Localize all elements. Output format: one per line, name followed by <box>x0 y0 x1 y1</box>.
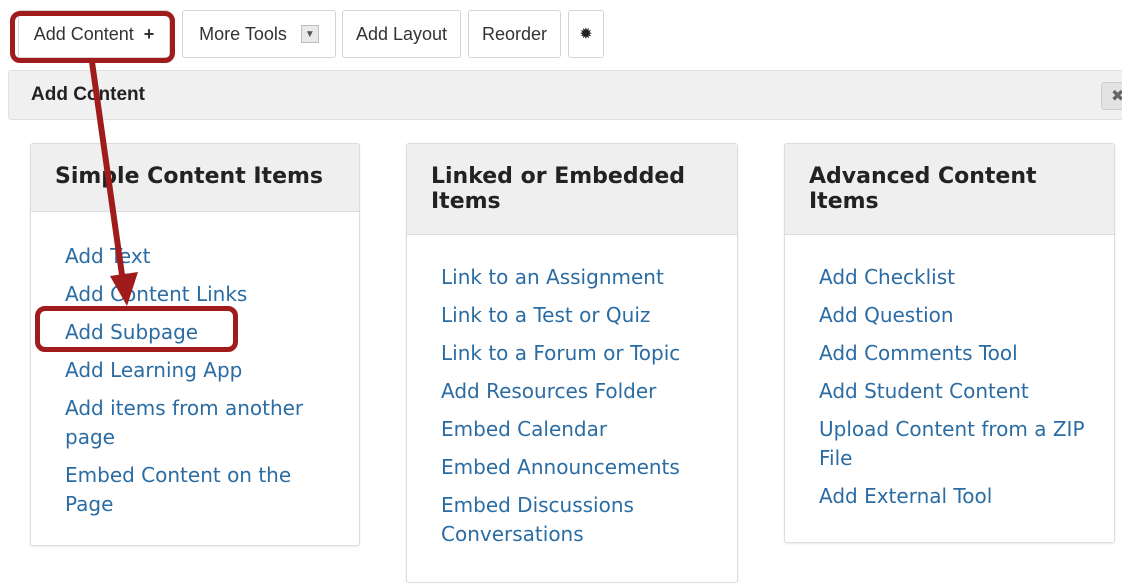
add-content-label: Add Content <box>33 23 134 44</box>
add-content-button[interactable]: Add Content + <box>18 10 170 58</box>
panel-title: Simple Content Items <box>31 144 359 212</box>
list-item[interactable]: Add External Tool <box>819 482 1094 511</box>
list-item[interactable]: Add items from another page <box>65 394 339 452</box>
list-item[interactable]: Add Learning App <box>65 356 339 385</box>
add-content-header: Add Content ✖ <box>8 70 1122 120</box>
settings-button[interactable]: ✹ <box>568 10 604 58</box>
list-item[interactable]: Add Comments Tool <box>819 339 1094 368</box>
dropdown-arrow-icon: ▼ <box>300 25 319 43</box>
gear-icon: ✹ <box>579 26 593 43</box>
list-item[interactable]: Embed Announcements <box>441 453 717 482</box>
list-item[interactable]: Embed Content on the Page <box>65 461 339 519</box>
list-item[interactable]: Add Student Content <box>819 377 1094 406</box>
linked-embedded-panel: Linked or Embedded Items Link to an Assi… <box>406 143 738 583</box>
list-item[interactable]: Add Checklist <box>819 263 1094 292</box>
more-tools-button[interactable]: More Tools ▼ <box>182 10 336 58</box>
close-icon[interactable]: ✖ <box>1101 82 1122 110</box>
list-item[interactable]: Link to an Assignment <box>441 263 717 292</box>
reorder-button[interactable]: Reorder <box>468 10 561 58</box>
list-item[interactable]: Add Resources Folder <box>441 377 717 406</box>
list-item[interactable]: Add Question <box>819 301 1094 330</box>
reorder-label: Reorder <box>481 23 548 44</box>
advanced-content-list: Add Checklist Add Question Add Comments … <box>785 235 1114 511</box>
simple-content-panel: Simple Content Items Add Text Add Conten… <box>30 143 360 546</box>
list-item[interactable]: Upload Content from a ZIP File <box>819 415 1094 473</box>
add-layout-label: Add Layout <box>355 23 448 44</box>
list-item[interactable]: Embed Calendar <box>441 415 717 444</box>
add-layout-button[interactable]: Add Layout <box>342 10 461 58</box>
list-item[interactable]: Embed Discussions Conversations <box>441 491 717 549</box>
list-item[interactable]: Add Text <box>65 242 339 271</box>
plus-icon: + <box>143 23 155 44</box>
list-item[interactable]: Link to a Forum or Topic <box>441 339 717 368</box>
linked-embedded-list: Link to an Assignment Link to a Test or … <box>407 235 737 549</box>
panel-title: Advanced Content Items <box>785 144 1114 235</box>
simple-content-list: Add Text Add Content Links Add Subpage A… <box>31 212 359 519</box>
list-item[interactable]: Add Content Links <box>65 280 339 309</box>
panel-title: Linked or Embedded Items <box>407 144 737 235</box>
list-item[interactable]: Add Subpage <box>65 318 339 347</box>
more-tools-label: More Tools <box>199 23 287 44</box>
header-title: Add Content <box>31 84 145 105</box>
list-item[interactable]: Link to a Test or Quiz <box>441 301 717 330</box>
advanced-content-panel: Advanced Content Items Add Checklist Add… <box>784 143 1115 543</box>
